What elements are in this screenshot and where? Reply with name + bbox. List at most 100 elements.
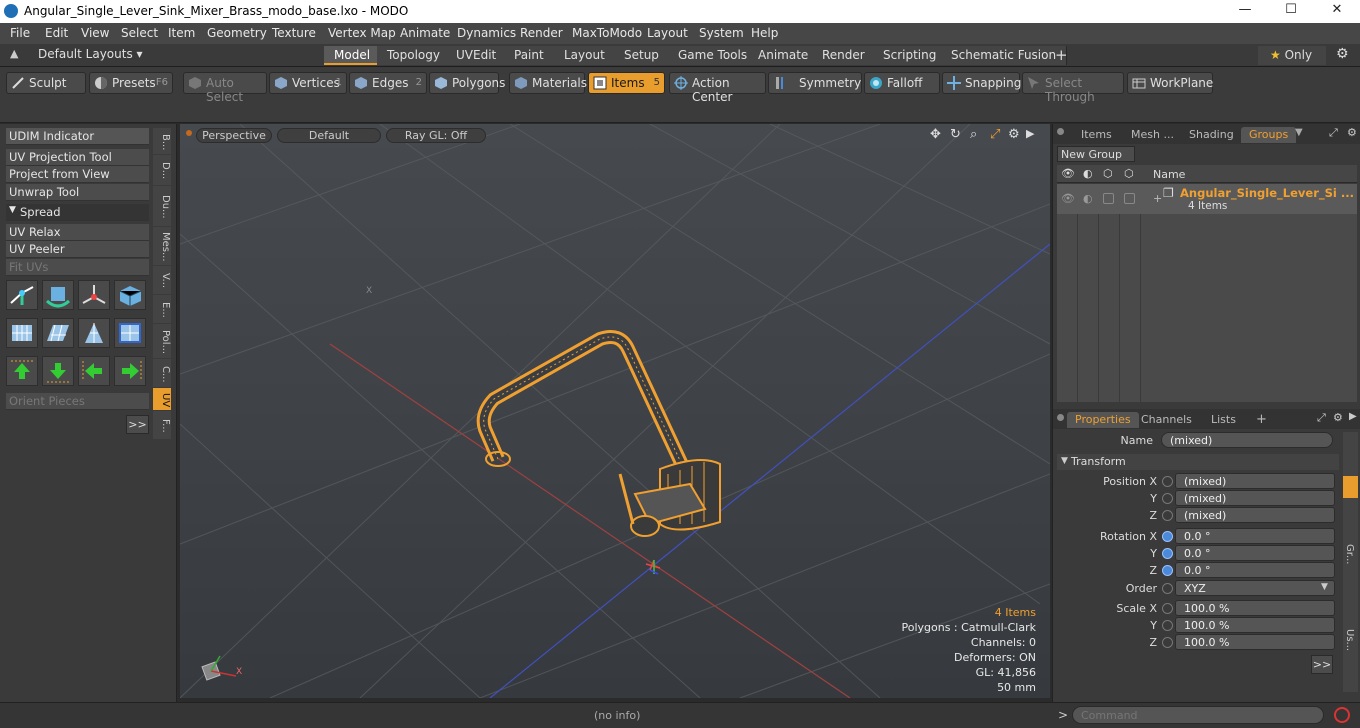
position-z-field[interactable]: (mixed): [1175, 507, 1335, 523]
tab-game-tools[interactable]: Game Tools: [668, 46, 759, 65]
scale-y-radio[interactable]: [1162, 620, 1173, 631]
menu-help[interactable]: Help: [751, 26, 778, 40]
menu-file[interactable]: File: [10, 26, 30, 40]
maximize-button[interactable]: ☐: [1268, 2, 1314, 21]
menu-edit[interactable]: Edit: [45, 26, 68, 40]
menu-animate[interactable]: Animate: [400, 26, 450, 40]
menu-vertex-map[interactable]: Vertex Map: [328, 26, 396, 40]
menu-system[interactable]: System: [699, 26, 744, 40]
presets-button[interactable]: Presets F6: [89, 72, 173, 94]
uv-peeler-button[interactable]: UV Peeler: [6, 241, 149, 258]
rotation-y-radio[interactable]: [1162, 548, 1173, 559]
tab-uvedit[interactable]: UVEdit: [446, 46, 508, 65]
scale-x-radio[interactable]: [1162, 603, 1173, 614]
zoom-icon[interactable]: ⌕: [970, 127, 977, 142]
properties-settings-icon[interactable]: ⚙: [1333, 411, 1343, 424]
tab-paint[interactable]: Paint: [504, 46, 555, 65]
record-icon[interactable]: [1334, 707, 1350, 723]
symmetry-button[interactable]: Symmetry: [768, 72, 862, 94]
properties-side-tab-active[interactable]: [1343, 476, 1358, 498]
pan-icon[interactable]: ✥: [930, 127, 941, 142]
viewport-canvas[interactable]: [180, 124, 1050, 698]
order-dropdown-arrow-icon[interactable]: ▼: [1321, 582, 1328, 592]
tab-setup[interactable]: Setup: [614, 46, 670, 65]
uv-grid-tool-icon[interactable]: [6, 318, 38, 348]
uv-relax-button[interactable]: UV Relax: [6, 224, 149, 241]
viewport-settings-icon[interactable]: ⚙: [1008, 127, 1020, 142]
rotation-z-field[interactable]: 0.0 °: [1175, 562, 1335, 578]
uv-box-tool-icon[interactable]: [114, 280, 146, 310]
position-z-radio[interactable]: [1162, 510, 1173, 521]
orient-pieces-button[interactable]: Orient Pieces: [6, 393, 149, 410]
rotation-x-radio[interactable]: [1162, 531, 1173, 542]
uv-scale-tool-icon[interactable]: [78, 280, 110, 310]
more-tools-button[interactable]: >>: [126, 415, 149, 434]
vtab-f[interactable]: F...: [153, 411, 171, 439]
more-properties-button[interactable]: >>: [1311, 655, 1333, 674]
falloff-button[interactable]: Falloff: [864, 72, 940, 94]
tab-schematic-fusion[interactable]: Schematic Fusion: [941, 46, 1068, 65]
visibility-eye-icon[interactable]: 👁: [1061, 167, 1075, 180]
uv-projection-tool-button[interactable]: UV Projection Tool: [6, 149, 149, 166]
sculpt-button[interactable]: Sculpt: [6, 72, 86, 94]
tab-render[interactable]: Render: [812, 46, 876, 65]
order-radio[interactable]: [1162, 583, 1173, 594]
default-layouts-dropdown[interactable]: Default Layouts ▾: [38, 47, 143, 61]
action-center-button[interactable]: Action Center: [669, 72, 766, 104]
arrow-right-icon[interactable]: [114, 356, 146, 386]
tab-dropdown-icon[interactable]: ▼: [1295, 127, 1303, 138]
tab-model[interactable]: Model: [324, 46, 382, 65]
side-tab-us[interactable]: Us...: [1344, 629, 1355, 651]
tab-mesh[interactable]: Mesh ...: [1123, 127, 1182, 143]
menu-texture[interactable]: Texture: [272, 26, 316, 40]
collapse-arrow-icon[interactable]: ▲: [10, 47, 18, 60]
workplane-button[interactable]: WorkPlane: [1127, 72, 1213, 94]
tab-lists[interactable]: Lists: [1203, 412, 1244, 428]
add-properties-tab-button[interactable]: +: [1248, 411, 1275, 427]
udim-indicator-button[interactable]: UDIM Indicator: [6, 128, 149, 145]
tab-items[interactable]: Items: [1073, 127, 1120, 143]
shading-default-dropdown[interactable]: Default: [277, 128, 381, 143]
polygons-button[interactable]: Polygons: [429, 72, 505, 94]
vtab-v[interactable]: V...: [153, 266, 171, 294]
vtab-e[interactable]: E...: [153, 295, 171, 323]
scale-z-field[interactable]: 100.0 %: [1175, 634, 1335, 650]
group-name[interactable]: Angular_Single_Lever_Si ...: [1180, 186, 1354, 200]
scale-y-field[interactable]: 100.0 %: [1175, 617, 1335, 633]
row-eye-icon[interactable]: 👁: [1061, 192, 1075, 205]
tab-scripting[interactable]: Scripting: [873, 46, 948, 65]
menu-render[interactable]: Render: [520, 26, 563, 40]
row-render-checkbox[interactable]: [1103, 193, 1114, 204]
groups-list-area[interactable]: [1057, 214, 1357, 402]
vtab-b[interactable]: B...: [153, 128, 171, 154]
vtab-pol[interactable]: Pol...: [153, 324, 171, 358]
position-y-field[interactable]: (mixed): [1175, 490, 1335, 506]
edges-button[interactable]: Edges 2: [349, 72, 427, 94]
fit-view-icon[interactable]: ⤢: [990, 127, 1000, 142]
uv-rotate-tool-icon[interactable]: [42, 280, 74, 310]
order-dropdown[interactable]: XYZ: [1175, 580, 1335, 596]
scale-x-field[interactable]: 100.0 %: [1175, 600, 1335, 616]
name-column-header[interactable]: Name: [1153, 168, 1185, 181]
position-x-radio[interactable]: [1162, 476, 1173, 487]
uv-plane-tool-icon[interactable]: [42, 318, 74, 348]
properties-expand-icon[interactable]: ⤢: [1317, 411, 1326, 425]
snapping-button[interactable]: Snapping: [942, 72, 1021, 94]
render-cube-icon[interactable]: ⬡: [1103, 167, 1113, 180]
rotation-z-radio[interactable]: [1162, 565, 1173, 576]
add-tab-button[interactable]: +: [1055, 46, 1068, 64]
items-button[interactable]: Items 5: [588, 72, 665, 94]
row-expand-icon[interactable]: +: [1153, 192, 1162, 205]
arrow-down-icon[interactable]: [42, 356, 74, 386]
transform-collapse-icon[interactable]: ▼: [1061, 456, 1068, 466]
viewport-expand-icon[interactable]: ▶: [1026, 127, 1034, 140]
only-toggle[interactable]: ★ Only: [1258, 46, 1326, 65]
3d-viewport[interactable]: X X Perspective Default Ray GL: Off ✥ ↻ …: [180, 124, 1050, 698]
close-button[interactable]: ✕: [1314, 2, 1360, 21]
project-from-view-button[interactable]: Project from View: [6, 166, 149, 183]
row-select-checkbox[interactable]: [1124, 193, 1135, 204]
vtab-uv[interactable]: UV: [153, 388, 171, 410]
select-cube-icon[interactable]: ⬡: [1124, 167, 1134, 180]
vertices-button[interactable]: Vertices 1: [269, 72, 347, 94]
tab-properties[interactable]: Properties: [1067, 412, 1139, 428]
